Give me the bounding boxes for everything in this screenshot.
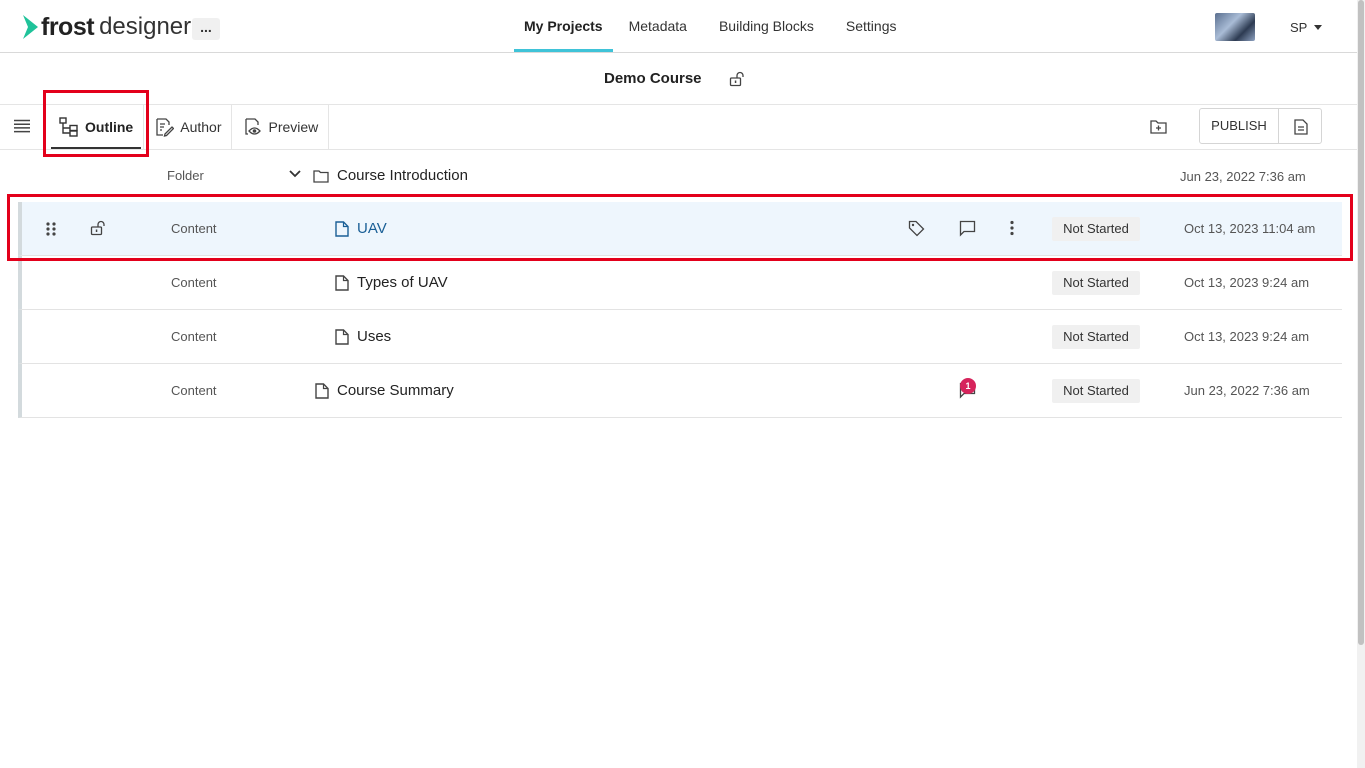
folder-icon xyxy=(313,169,329,183)
user-initials: SP xyxy=(1290,20,1308,35)
status-badge: Not Started xyxy=(1052,271,1140,295)
row-title[interactable]: Course Introduction xyxy=(313,167,468,184)
outline-toolbar: Outline Author Preview PUBLISH xyxy=(0,105,1357,150)
row-title[interactable]: Uses xyxy=(335,328,391,345)
nav-building-blocks[interactable]: Building Blocks xyxy=(703,0,830,52)
row-date: Oct 13, 2023 9:24 am xyxy=(1184,275,1310,290)
status-badge: Not Started xyxy=(1052,325,1140,349)
row-title[interactable]: Course Summary xyxy=(315,382,454,399)
status-badge: Not Started xyxy=(1052,379,1140,403)
row-title-text: Course Introduction xyxy=(337,167,468,184)
row-title-text: Uses xyxy=(357,328,392,345)
document-button[interactable] xyxy=(1278,108,1322,144)
row-date: Oct 13, 2023 9:24 am xyxy=(1184,329,1310,344)
chevron-down-icon[interactable] xyxy=(289,170,301,178)
document-icon xyxy=(1294,119,1308,135)
row-type: Content xyxy=(171,329,217,344)
brand-name-bold: frost xyxy=(41,12,95,41)
row-date: Jun 23, 2022 7:36 am xyxy=(1180,169,1306,184)
hamburger-menu-icon[interactable] xyxy=(14,119,30,133)
row-type: Folder xyxy=(167,168,204,183)
caret-down-icon xyxy=(1314,25,1323,30)
tab-preview-label: Preview xyxy=(268,119,319,135)
row-title[interactable]: Types of UAV xyxy=(335,274,448,291)
tab-author-label: Author xyxy=(180,119,222,135)
highlight-box-outline-tab xyxy=(43,90,149,157)
more-menu-button[interactable]: ... xyxy=(192,18,220,40)
scrollbar-thumb[interactable] xyxy=(1358,0,1364,645)
row-title-text: Course Summary xyxy=(337,382,454,399)
author-edit-icon xyxy=(156,118,175,137)
add-folder-icon[interactable] xyxy=(1150,119,1167,134)
row-date: Jun 23, 2022 7:36 am xyxy=(1184,383,1310,398)
top-bar: frost designer ... My Projects Metadata … xyxy=(0,0,1357,53)
nav-settings[interactable]: Settings xyxy=(830,0,913,52)
highlight-box-selected-row xyxy=(7,194,1353,261)
publish-button[interactable]: PUBLISH xyxy=(1199,108,1279,144)
row-type: Content xyxy=(171,383,217,398)
outline-row[interactable]: Content Uses Not Started Oct 13, 2023 9:… xyxy=(18,310,1342,364)
page-icon xyxy=(315,382,329,399)
course-title: Demo Course xyxy=(604,70,702,87)
scrollbar[interactable] xyxy=(1357,0,1365,768)
nav-metadata[interactable]: Metadata xyxy=(613,0,703,52)
unlock-icon[interactable] xyxy=(729,71,745,87)
frost-designer-logo[interactable]: frost designer xyxy=(22,12,191,42)
outline-row[interactable]: Content Course Summary Not Started Jun 2… xyxy=(18,364,1342,418)
page-icon xyxy=(335,328,349,345)
tab-author[interactable]: Author xyxy=(144,105,233,149)
avatar[interactable] xyxy=(1215,13,1255,41)
page-icon xyxy=(335,274,349,291)
preview-eye-icon xyxy=(245,118,262,135)
course-bar: Demo Course xyxy=(0,53,1357,105)
brand-name-light: designer xyxy=(99,13,192,40)
row-type: Content xyxy=(171,275,217,290)
user-menu[interactable]: SP xyxy=(1290,20,1323,35)
tab-preview[interactable]: Preview xyxy=(232,105,330,149)
outline-row[interactable]: Content Types of UAV Not Started Oct 13,… xyxy=(18,256,1342,310)
nav-my-projects[interactable]: My Projects xyxy=(514,0,613,52)
logo-chevron-icon xyxy=(23,15,38,39)
comment-count-badge: 1 xyxy=(960,378,976,394)
row-title-text: Types of UAV xyxy=(357,274,448,291)
main-nav: My Projects Metadata Building Blocks Set… xyxy=(514,0,913,52)
